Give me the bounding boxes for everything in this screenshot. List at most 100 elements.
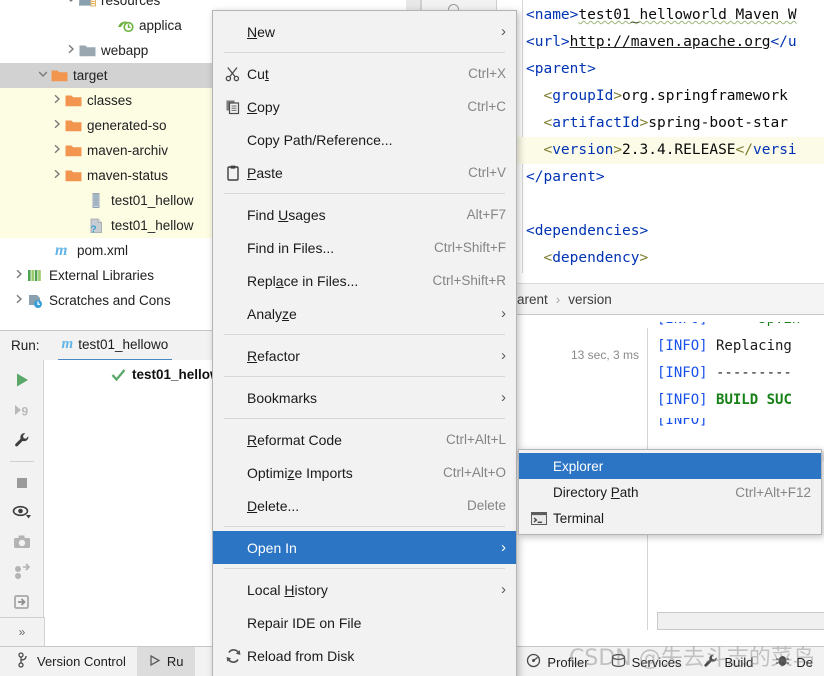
import-tests-icon[interactable] bbox=[8, 558, 36, 586]
chevron-right-icon[interactable] bbox=[52, 169, 65, 182]
menu-item-directory-path[interactable]: Directory Path Ctrl+Alt+F12 bbox=[519, 479, 821, 505]
chevron-right-icon[interactable] bbox=[52, 144, 65, 157]
menu-item-no-icon bbox=[219, 22, 247, 42]
menu-item-label: Copy bbox=[247, 98, 280, 115]
menu-item-terminal[interactable]: Terminal bbox=[519, 505, 821, 531]
chevron-down-icon[interactable] bbox=[38, 69, 51, 82]
menu-separator bbox=[224, 526, 505, 527]
menu-item-find-in-files[interactable]: Find in Files... Ctrl+Shift+F bbox=[213, 231, 516, 264]
chevron-right-icon: › bbox=[501, 389, 506, 406]
unknown-file-icon: ? bbox=[89, 218, 106, 234]
status-bar-item-version-control[interactable]: Version Control bbox=[6, 647, 137, 676]
tree-item-label: webapp bbox=[101, 43, 149, 58]
code-line: <groupId>org.springframework bbox=[526, 88, 788, 104]
menu-item-no-icon bbox=[219, 538, 247, 558]
status-bar-item-label: Version Control bbox=[37, 654, 126, 669]
code-line: <artifactId>spring-boot-star bbox=[526, 115, 788, 131]
menu-item-find-usages[interactable]: Find Usages Alt+F7 bbox=[213, 198, 516, 231]
run-tab[interactable]: m test01_hellowo bbox=[57, 331, 173, 361]
menu-item-label: Explorer bbox=[553, 458, 604, 474]
menu-item-optimize-imports[interactable]: Optimize Imports Ctrl+Alt+O bbox=[213, 456, 516, 489]
menu-item-delete[interactable]: Delete... Delete bbox=[213, 489, 516, 522]
menu-item-no-icon bbox=[219, 496, 247, 516]
menu-item-no-icon bbox=[525, 456, 553, 476]
menu-separator bbox=[224, 418, 505, 419]
chevron-right-icon[interactable] bbox=[14, 294, 27, 307]
stop-square-icon[interactable] bbox=[8, 469, 36, 497]
menu-item-local-history[interactable]: Local History › bbox=[213, 573, 516, 606]
menu-item-shortcut: Ctrl+V bbox=[468, 165, 506, 180]
menu-item-label: New bbox=[247, 23, 276, 40]
menu-separator bbox=[224, 568, 505, 569]
chevron-right-icon[interactable] bbox=[14, 269, 27, 282]
menu-item-open-in[interactable]: Open In › bbox=[213, 531, 516, 564]
editor-code-lines: <name>test01_helloworld Maven W <url>http… bbox=[517, 2, 824, 272]
open-arrow-icon[interactable] bbox=[8, 588, 36, 616]
copy-icon bbox=[219, 97, 247, 117]
menu-item-explorer[interactable]: Explorer bbox=[519, 453, 821, 479]
menu-item-refactor[interactable]: Refactor › bbox=[213, 339, 516, 372]
status-bar-item-label: Services bbox=[631, 654, 682, 670]
menu-item-label: Analyze bbox=[247, 305, 297, 322]
rerun-failed-icon[interactable]: 9 bbox=[8, 396, 36, 424]
run-toolbar-expand-button[interactable]: » bbox=[0, 617, 45, 646]
breadcrumb-item-parent[interactable]: arent bbox=[517, 292, 548, 307]
menu-item-label: Refactor bbox=[247, 347, 300, 364]
menu-item-label: Optimize Imports bbox=[247, 464, 353, 481]
menu-item-bookmarks[interactable]: Bookmarks › bbox=[213, 381, 516, 414]
status-bar-item-build[interactable]: Build bbox=[692, 647, 764, 676]
menu-item-replace-in-files[interactable]: Replace in Files... Ctrl+Shift+R bbox=[213, 264, 516, 297]
menu-item-repair-ide-on-file[interactable]: Repair IDE on File bbox=[213, 606, 516, 639]
console-elapsed-time: 13 sec, 3 ms bbox=[570, 348, 639, 362]
status-bar-item-services[interactable]: Services bbox=[600, 647, 693, 676]
tree-item-label: test01_hellow bbox=[111, 218, 194, 233]
tree-item-label: applica bbox=[139, 18, 182, 33]
status-bar-item-profiler[interactable]: Profiler bbox=[515, 647, 599, 676]
idea-window: resources applica webapp target classes gener… bbox=[0, 0, 824, 676]
breadcrumb-item-version[interactable]: version bbox=[568, 292, 612, 307]
run-toolbar[interactable]: 9 bbox=[0, 360, 44, 618]
tree-item-label: classes bbox=[87, 93, 133, 108]
menu-item-label: Find Usages bbox=[247, 206, 326, 223]
code-line: <version>2.3.4.RELEASE</versi bbox=[517, 137, 824, 164]
console-input-box[interactable] bbox=[657, 612, 824, 630]
tree-no-arrow bbox=[104, 19, 117, 32]
status-bar-item-de[interactable]: De bbox=[764, 647, 824, 676]
rerun-button[interactable] bbox=[8, 366, 36, 394]
services-icon bbox=[611, 653, 626, 671]
menu-item-reformat-code[interactable]: Reformat Code Ctrl+Alt+L bbox=[213, 423, 516, 456]
code-line: </parent> bbox=[526, 169, 605, 185]
breadcrumb[interactable]: arent › version bbox=[517, 283, 824, 316]
menu-item-no-icon bbox=[219, 463, 247, 483]
menu-item-analyze[interactable]: Analyze › bbox=[213, 297, 516, 330]
chevron-down-icon[interactable] bbox=[66, 0, 79, 7]
file-context-menu[interactable]: New › Cut Ctrl+X Copy Ctrl+C Copy Path/Referen… bbox=[212, 10, 517, 676]
menu-item-copy-path-reference[interactable]: Copy Path/Reference... bbox=[213, 123, 516, 156]
build-icon bbox=[703, 653, 718, 671]
menu-item-label: Replace in Files... bbox=[247, 272, 359, 289]
chevron-right-icon[interactable] bbox=[66, 44, 79, 57]
gray-folder-icon bbox=[79, 43, 96, 59]
code-line: <dependency> bbox=[526, 250, 649, 266]
debug-icon bbox=[775, 653, 790, 671]
code-line: <name>test01_helloworld Maven W bbox=[526, 7, 797, 23]
menu-item-cut[interactable]: Cut Ctrl+X bbox=[213, 57, 516, 90]
menu-item-copy[interactable]: Copy Ctrl+C bbox=[213, 90, 516, 123]
menu-item-reload-from-disk[interactable]: Reload from Disk bbox=[213, 639, 516, 672]
console-top-border bbox=[517, 314, 824, 315]
menu-item-shortcut: Ctrl+Alt+F12 bbox=[735, 484, 811, 500]
camera-icon[interactable] bbox=[8, 528, 36, 556]
wrench-icon[interactable] bbox=[8, 426, 36, 454]
eye-icon[interactable] bbox=[8, 499, 36, 527]
menu-item-paste[interactable]: Paste Ctrl+V bbox=[213, 156, 516, 189]
chevron-right-icon: › bbox=[555, 292, 561, 307]
menu-item-label: Repair IDE on File bbox=[247, 614, 362, 631]
chevron-right-icon[interactable] bbox=[52, 119, 65, 132]
pom-xml-editor[interactable]: <name>test01_helloworld Maven W <url>http… bbox=[517, 0, 824, 283]
chevron-right-icon[interactable] bbox=[52, 94, 65, 107]
status-bar-item-ru[interactable]: Ru bbox=[136, 646, 195, 676]
menu-item-label: Bookmarks bbox=[247, 389, 318, 406]
open-in-submenu[interactable]: Explorer Directory Path Ctrl+Alt+F12 Termin… bbox=[518, 449, 822, 535]
menu-item-new[interactable]: New › bbox=[213, 15, 516, 48]
